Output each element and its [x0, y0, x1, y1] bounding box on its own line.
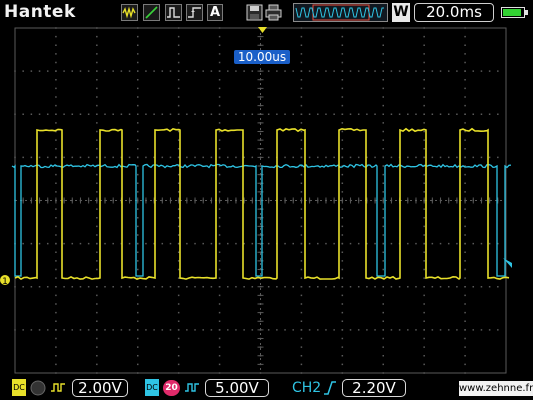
ch1-invert-icon [30, 380, 46, 396]
ch1-volts-per-div[interactable]: 2.00V [72, 379, 128, 397]
save-icon[interactable] [246, 4, 263, 21]
trigger-position-marker[interactable] [258, 27, 267, 33]
bottom-status-bar: DC 2.00V DC 20 5.00V CH2 2.20V www.zehnn… [0, 376, 533, 400]
trigger-edge-icon[interactable] [186, 4, 203, 21]
ch2-probe-icon [185, 383, 199, 392]
waveform-icon[interactable] [121, 4, 138, 21]
ch2-bandwidth-limit-badge: 20 [163, 380, 180, 396]
ch1-coupling-label: DC [13, 383, 25, 392]
ch1-probe-icon [51, 383, 65, 392]
rising-edge-icon [324, 381, 336, 395]
graticule [14, 27, 507, 374]
ch2-coupling-label: DC [146, 383, 158, 392]
trigger-level-readout[interactable]: 2.20V [342, 379, 406, 397]
memory-waveform-icon [295, 4, 384, 21]
timebase-readout[interactable]: 20.0ms [414, 3, 494, 22]
brand-logo: Hantek [4, 2, 76, 22]
ch2-waveform [11, 163, 512, 277]
acquire-mode-indicator[interactable]: A [207, 4, 223, 21]
ch1-coupling-badge[interactable]: DC [12, 379, 26, 396]
pulse-icon[interactable] [165, 4, 182, 21]
ch2-volts-per-div[interactable]: 5.00V [205, 379, 269, 397]
ramp-icon[interactable] [143, 4, 160, 21]
ch1-ground-marker[interactable]: 1 [0, 275, 10, 287]
trigger-position-label: 10.00us [234, 50, 290, 64]
memory-depth-indicator: W [392, 3, 410, 22]
trigger-source[interactable]: CH2 [292, 380, 321, 396]
battery-icon [501, 7, 528, 18]
waveform-display[interactable]: 1 10.00us [0, 26, 533, 376]
print-icon[interactable] [265, 4, 282, 21]
website-watermark: www.zehnne.fr [459, 381, 533, 396]
ch1-marker-label: 1 [2, 277, 8, 287]
ch2-coupling-badge[interactable]: DC [145, 379, 159, 396]
top-status-bar: Hantek A W 20.0ms [0, 0, 533, 26]
memory-position-bar[interactable] [293, 3, 388, 22]
